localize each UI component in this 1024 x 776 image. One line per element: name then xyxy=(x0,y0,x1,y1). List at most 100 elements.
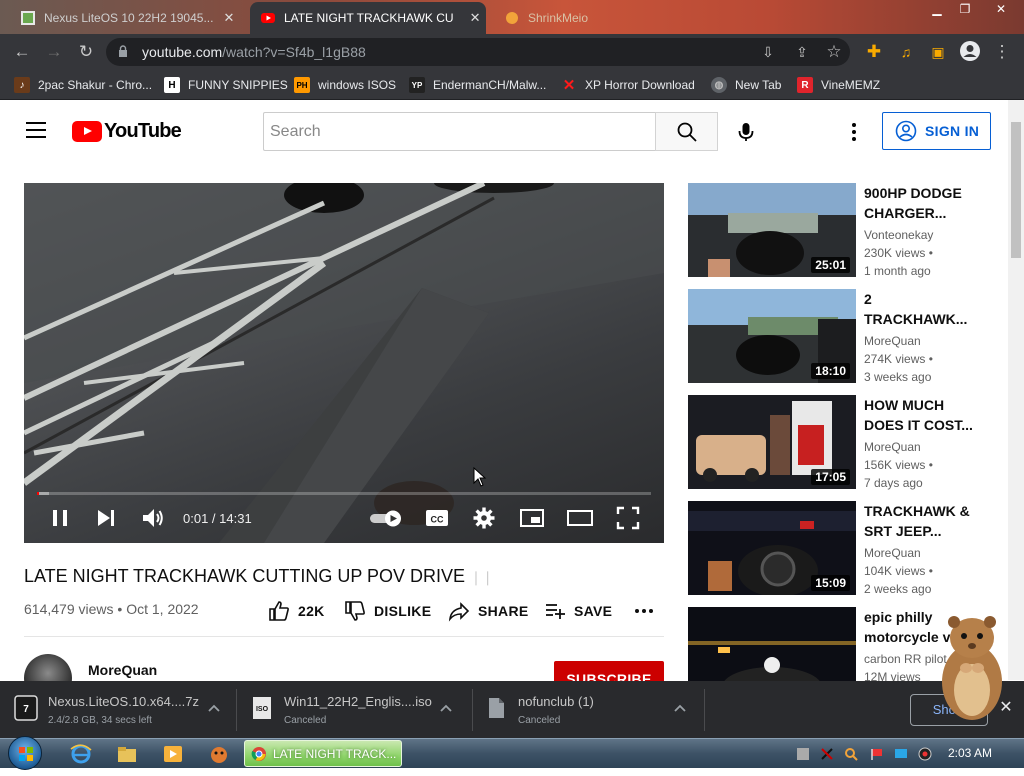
download-item[interactable]: ISO Win11_22H2_Englis....iso Canceled xyxy=(250,689,460,731)
restore-icon[interactable]: ❐ xyxy=(952,0,978,18)
time-total: 14:31 xyxy=(219,511,252,526)
bookmark-new-tab[interactable]: ◍ New Tab xyxy=(711,76,781,94)
like-button[interactable]: 22K xyxy=(268,600,325,622)
channel-name[interactable]: MoreQuan xyxy=(88,662,157,678)
recommendation-channel[interactable]: MoreQuan xyxy=(864,334,921,348)
recommendation-age: 1 month ago xyxy=(864,264,931,278)
page-scrollbar[interactable] xyxy=(1008,100,1024,680)
recommendation-title[interactable]: 900HP DODGE CHARGER... xyxy=(864,183,984,223)
volume-icon[interactable] xyxy=(140,505,166,531)
tray-search-icon[interactable] xyxy=(844,747,858,761)
recommendation-channel[interactable]: MoreQuan xyxy=(864,546,921,560)
recommendation-views: 12M views xyxy=(864,670,921,681)
taskbar-chrome-window[interactable]: LATE NIGHT TRACK... xyxy=(244,740,402,767)
video-thumbnail[interactable]: 17:05 xyxy=(688,395,856,489)
recommendation-age: 2 weeks ago xyxy=(864,582,932,596)
tray-network-icon[interactable] xyxy=(820,747,834,761)
media-player-icon[interactable] xyxy=(162,743,184,765)
video-thumbnail[interactable]: 18:10 xyxy=(688,289,856,383)
back-icon[interactable]: ← xyxy=(10,40,34,64)
profile-icon[interactable] xyxy=(958,40,982,64)
taskbar-clock[interactable]: 2:03 AM xyxy=(948,746,992,760)
download-item[interactable]: nofunclub (1) Canceled xyxy=(484,689,694,731)
view-count: 614,479 views xyxy=(24,601,114,617)
captions-icon[interactable]: CC xyxy=(424,505,450,531)
tray-flag-icon[interactable] xyxy=(870,747,884,761)
autoplay-toggle-icon[interactable] xyxy=(368,505,404,531)
scrollbar-thumb[interactable] xyxy=(1011,122,1021,258)
hamster-app-icon[interactable] xyxy=(208,743,230,765)
tray-app-icon[interactable] xyxy=(796,747,810,761)
recommendation-item[interactable]: 15:09 TRACKHAWK & SRT JEEP... MoreQuan 10… xyxy=(688,501,998,596)
fullscreen-icon[interactable] xyxy=(615,505,641,531)
recommendation-item[interactable]: 25:01 900HP DODGE CHARGER... Vonteonekay … xyxy=(688,183,998,278)
voice-search-button[interactable] xyxy=(730,116,762,148)
bookmark-xp-horror[interactable]: ✕ XP Horror Download xyxy=(561,76,695,94)
download-item[interactable]: 7 Nexus.LiteOS.10.x64....7z 2.4/2.8 GB, … xyxy=(14,689,224,731)
hamburger-menu-icon[interactable] xyxy=(26,122,46,138)
recommendation-channel[interactable]: Vonteonekay xyxy=(864,228,933,242)
settings-more-button[interactable] xyxy=(844,120,864,144)
extensions-icon[interactable]: ✚ xyxy=(862,40,886,64)
chevron-up-icon[interactable] xyxy=(674,703,686,713)
reload-icon[interactable]: ↻ xyxy=(74,40,98,64)
install-app-icon[interactable]: ⇩ xyxy=(756,40,780,64)
minimize-icon[interactable]: ▁ xyxy=(924,0,950,18)
share-page-icon[interactable]: ⇪ xyxy=(790,40,814,64)
video-thumbnail[interactable]: 25:01 xyxy=(688,183,856,277)
close-icon[interactable]: ✕ xyxy=(223,10,234,26)
window-close-icon[interactable]: ✕ xyxy=(988,0,1014,18)
tab-nexus-liteos[interactable]: Nexus LiteOS 10 22H2 19045... ✕ xyxy=(10,2,245,34)
settings-gear-icon[interactable] xyxy=(471,505,497,531)
bookmark-vinememz[interactable]: R VineMEMZ xyxy=(797,76,880,94)
progress-bar[interactable] xyxy=(37,492,651,495)
youtube-header: YouTube SIGN IN xyxy=(0,100,1008,160)
youtube-logo[interactable]: YouTube xyxy=(72,120,182,142)
bookmark-funny-snippies[interactable]: H FUNNY SNIPPIES xyxy=(164,76,288,94)
tab-youtube-active[interactable]: LATE NIGHT TRACKHAWK CU ✕ xyxy=(250,2,486,34)
video-thumbnail[interactable]: 15:09 xyxy=(688,501,856,595)
recommendation-views: 104K views • xyxy=(864,564,933,578)
search-input[interactable] xyxy=(264,113,655,150)
video-player[interactable]: 0:01 / 14:31 CC xyxy=(24,183,664,543)
download-status: 2.4/2.8 GB, 34 secs left xyxy=(48,715,152,726)
bookmark-endermanch[interactable]: YP EndermanCH/Malw... xyxy=(409,76,546,94)
dislike-button[interactable]: DISLIKE xyxy=(344,600,431,622)
recommendation-title[interactable]: HOW MUCH DOES IT COST... xyxy=(864,395,984,435)
next-video-icon[interactable] xyxy=(93,505,119,531)
bookmark-star-icon[interactable]: ☆ xyxy=(822,40,846,64)
sign-in-label: SIGN IN xyxy=(925,123,980,139)
miniplayer-icon[interactable] xyxy=(519,505,545,531)
chevron-up-icon[interactable] xyxy=(440,703,452,713)
theater-mode-icon[interactable] xyxy=(567,505,593,531)
side-panel-icon[interactable]: ▣ xyxy=(926,40,950,64)
bookmark-2pac[interactable]: ♪ 2pac Shakur - Chro... xyxy=(14,76,152,94)
share-button[interactable]: SHARE xyxy=(448,600,529,622)
address-bar[interactable]: youtube.com/watch?v=Sf4b_l1gB88 xyxy=(106,38,850,66)
browser-menu-icon[interactable]: ⋮ xyxy=(990,40,1014,64)
media-controls-icon[interactable]: ♫ xyxy=(894,40,918,64)
recommendation-title[interactable]: 2 TRACKHAWK... xyxy=(864,289,984,329)
tray-display-icon[interactable] xyxy=(894,747,908,761)
video-more-actions-button[interactable] xyxy=(634,600,662,622)
recommendation-channel[interactable]: carbon RR pilot xyxy=(864,652,947,666)
save-button[interactable]: SAVE xyxy=(544,600,612,622)
sign-in-button[interactable]: SIGN IN xyxy=(882,112,991,150)
start-button[interactable] xyxy=(8,736,42,770)
search-button[interactable] xyxy=(655,112,718,151)
chevron-up-icon[interactable] xyxy=(208,703,220,713)
bookmark-windows-isos[interactable]: PH windows ISOS xyxy=(294,76,396,94)
recommendation-item[interactable]: 17:05 HOW MUCH DOES IT COST... MoreQuan 1… xyxy=(688,395,998,490)
close-icon[interactable]: ✕ xyxy=(470,10,481,26)
forward-icon[interactable]: → xyxy=(42,40,66,64)
file-explorer-icon[interactable] xyxy=(116,743,138,765)
video-title: LATE NIGHT TRACKHAWK CUTTING UP POV DRIV… xyxy=(24,566,494,587)
tab-shrinkme[interactable]: ShrinkMeio xyxy=(494,2,634,34)
tray-volume-icon[interactable] xyxy=(918,747,932,761)
recommendation-item[interactable]: 18:10 2 TRACKHAWK... MoreQuan 274K views … xyxy=(688,289,998,384)
internet-explorer-icon[interactable] xyxy=(70,743,92,765)
recommendation-channel[interactable]: MoreQuan xyxy=(864,440,921,454)
recommendation-title[interactable]: TRACKHAWK & SRT JEEP... xyxy=(864,501,984,541)
pause-icon[interactable] xyxy=(47,505,73,531)
video-thumbnail[interactable] xyxy=(688,607,856,681)
